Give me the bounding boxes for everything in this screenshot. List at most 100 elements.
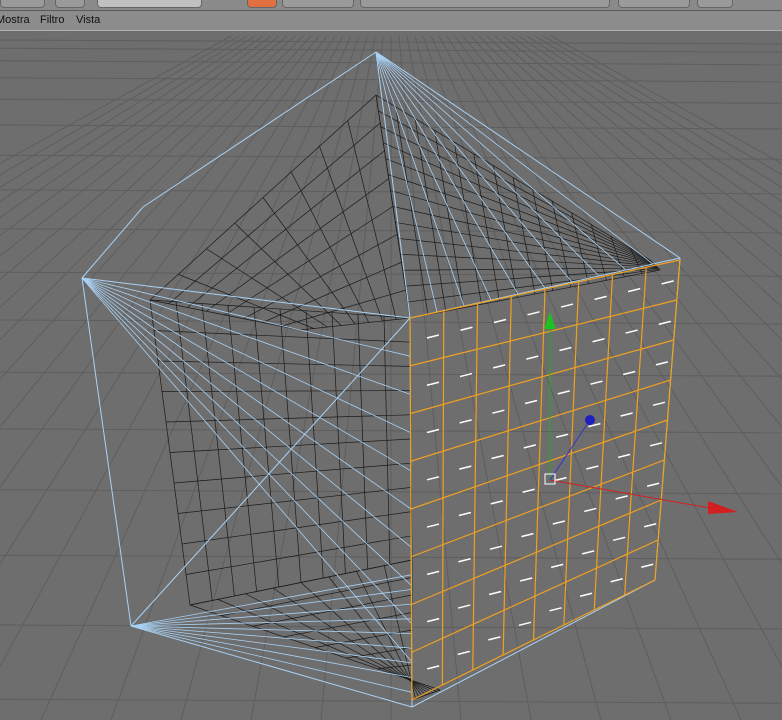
control-cage [81,51,681,708]
toolbar-layout-button[interactable] [697,0,733,8]
grid-line [0,35,240,176]
toolbar-group-render[interactable] [97,0,202,8]
cage-edge [142,51,377,208]
grid-line [502,35,782,257]
selection-edge [593,274,614,611]
toolbar-cube-button[interactable] [247,0,277,8]
mesh-edge [328,576,423,697]
normal-indicator [426,617,440,623]
cage-edge [130,625,413,678]
mesh-edge [377,664,413,670]
toolbar-group-tools[interactable] [360,0,610,8]
grid-line [486,35,782,308]
cage-edge [130,574,413,627]
cage-edge [81,277,411,395]
normal-indicator [559,346,572,352]
normal-indicator [586,465,599,470]
grid-line [0,35,336,565]
normal-indicator [646,482,660,488]
cage-edge [81,277,412,510]
normal-indicator [550,563,564,569]
selection-edge [411,459,665,558]
mesh-edge [346,647,413,659]
normal-indicator [459,465,472,470]
normal-indicator [615,495,628,500]
grid-line [0,35,272,236]
toolbar-group-select[interactable] [55,0,85,8]
normal-indicator [488,590,502,596]
grid-line [0,35,296,308]
grid-line [518,35,782,218]
normal-indicator [641,563,654,568]
grid-line [526,35,782,202]
floor-grid [0,35,782,720]
grid-line [550,35,782,164]
normal-indicator [521,532,534,538]
normal-indicator [426,381,440,387]
normal-indicator [426,334,440,339]
selection-edge [654,259,681,581]
toolbar-group-undo[interactable] [0,0,45,8]
z-axis-handle-icon[interactable] [585,415,595,425]
3d-viewport[interactable] [0,31,782,720]
selection-edge [624,267,647,596]
grid-line [180,35,368,720]
normal-indicator [594,295,607,301]
grid-line [0,35,288,280]
normal-indicator [622,370,636,376]
toolbar-group-objects[interactable] [282,0,354,8]
cage-edge [81,277,411,357]
cage-edge [81,277,132,627]
normal-indicator [625,329,638,334]
menu-vista[interactable]: Vista [76,14,100,27]
cage-edge [411,579,656,708]
menu-filtro[interactable]: Filtro [40,14,64,27]
normal-indicator [652,401,666,407]
normal-indicator [426,665,440,670]
normal-indicator [488,636,501,641]
normal-indicator [655,361,669,366]
normal-indicator [457,650,470,656]
mesh-edge [243,234,398,320]
normal-indicator [518,621,532,627]
normal-indicator [620,412,633,417]
normal-indicator [592,338,605,343]
mesh-edge [185,535,412,575]
mesh-edge [173,462,412,484]
normal-indicator [552,520,565,525]
grid-line [534,35,782,188]
viewport-menubar: Mostra Filtro Vista [0,11,782,31]
selection-edge [410,419,668,510]
toolbar-group-view[interactable] [618,0,690,8]
y-axis-arrow-icon[interactable] [544,312,556,329]
normal-indicator [457,604,471,609]
cage-edge [81,206,144,279]
normal-indicator [527,311,540,316]
grid-line [0,35,248,188]
normal-indicator [458,558,471,563]
grid-line [0,35,280,257]
normal-indicator [460,326,473,332]
mesh-edge [149,299,301,331]
normal-indicator [458,511,472,517]
x-axis-arrow-icon[interactable] [708,501,738,514]
cage-edge [81,277,413,663]
subdivided-mesh-wireframe [149,94,661,701]
normal-indicator [627,287,641,293]
normal-indicator [649,442,663,447]
grid-line [470,35,782,380]
normal-indicator [519,577,533,582]
normal-indicator [555,433,569,438]
normal-indicator [459,419,472,424]
normal-indicator [579,592,593,598]
grid-line [0,35,312,380]
toolbar [0,0,782,11]
normal-indicator [426,570,440,576]
selection-edge [411,579,656,701]
normal-indicator [617,453,631,459]
normal-indicator [590,380,603,385]
normal-indicator [426,523,440,528]
cage-edge [81,277,412,624]
normal-indicator [560,303,574,308]
menu-mostra[interactable]: Mostra [0,14,30,27]
